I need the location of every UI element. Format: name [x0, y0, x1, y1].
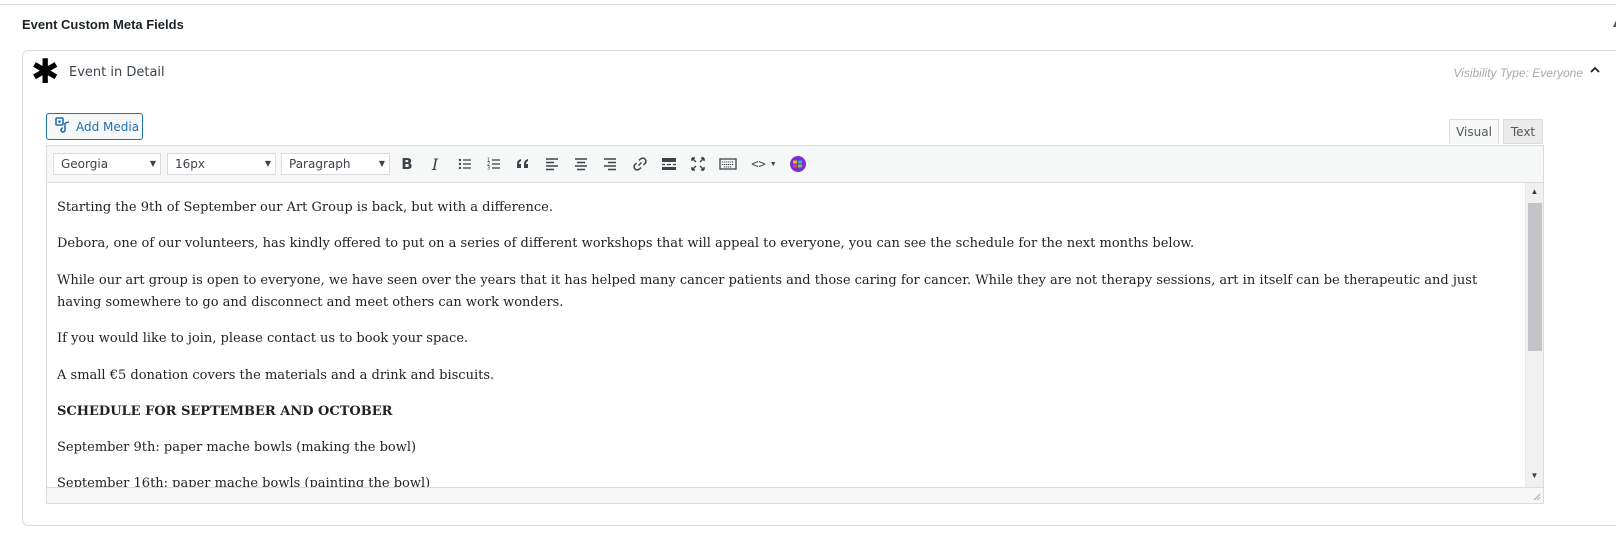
add-media-button[interactable]: Add Media [46, 113, 143, 140]
bullet-list-button[interactable] [454, 153, 476, 175]
color-palette-icon [790, 156, 806, 172]
font-family-value: Georgia [61, 157, 109, 171]
font-size-value: 16px [175, 157, 205, 171]
tab-visual[interactable]: Visual [1449, 119, 1499, 144]
editor-scrollbar[interactable]: ▲ ▼ [1525, 183, 1543, 487]
editor-statusbar [47, 487, 1543, 503]
resize-handle-icon[interactable] [1533, 493, 1541, 501]
content-paragraph: Starting the 9th of September our Art Gr… [57, 200, 553, 215]
code-dropdown-button[interactable]: <> ▼ [747, 153, 781, 175]
read-more-button[interactable] [658, 153, 680, 175]
chevron-up-icon[interactable] [1588, 63, 1602, 77]
scrollbar-thumb[interactable] [1528, 203, 1542, 351]
bold-button[interactable]: B [396, 153, 418, 175]
editor-toolbar: Georgia ▼ 16px ▼ Paragraph ▼ B I 1 2 3 <… [47, 146, 1543, 183]
fullscreen-icon [691, 157, 705, 171]
section-toggle-icon[interactable]: ▲ [1610, 14, 1616, 30]
format-value: Paragraph [289, 157, 351, 171]
dropdown-arrow-icon: ▼ [149, 159, 156, 168]
content-paragraph: If you would like to join, please contac… [57, 331, 469, 346]
content-paragraph: September 9th: paper mache bowls (making… [57, 440, 417, 455]
toolbar-toggle-button[interactable] [717, 153, 739, 175]
visibility-type-label: Visibility Type: Everyone [1453, 66, 1583, 80]
bold-icon: B [401, 155, 413, 173]
top-divider [0, 4, 1616, 5]
insert-link-button[interactable] [629, 153, 651, 175]
dropdown-arrow-icon: ▼ [378, 159, 385, 168]
section-title: Event Custom Meta Fields [22, 17, 184, 32]
align-right-icon [604, 158, 616, 171]
bullet-list-icon [458, 158, 471, 170]
svg-text:3: 3 [487, 166, 490, 172]
dropdown-arrow-icon: ▼ [769, 160, 777, 168]
content-paragraph: A small €5 donation covers the materials… [57, 368, 495, 383]
link-icon [633, 157, 647, 171]
quote-icon [517, 159, 528, 168]
align-center-icon [575, 158, 587, 171]
required-asterisk-icon: ✱ [31, 52, 60, 92]
keyboard-icon [719, 158, 737, 170]
numbered-list-button[interactable]: 1 2 3 [483, 153, 505, 175]
numbered-list-icon: 1 2 3 [487, 158, 500, 172]
content-paragraph: Debora, one of our volunteers, has kindl… [57, 236, 1195, 251]
scroll-up-arrow-icon[interactable]: ▲ [1526, 185, 1543, 199]
rich-text-editor: Georgia ▼ 16px ▼ Paragraph ▼ B I 1 2 3 <… [46, 145, 1544, 504]
add-media-label: Add Media [76, 119, 140, 134]
format-select[interactable]: Paragraph ▼ [281, 153, 390, 175]
italic-button[interactable]: I [424, 153, 446, 175]
font-size-select[interactable]: 16px ▼ [167, 153, 276, 175]
content-paragraph: September 16th: paper mache bowls (paint… [57, 476, 431, 487]
code-icon: <> [751, 157, 766, 171]
tab-text[interactable]: Text [1503, 119, 1543, 144]
content-paragraph: While our art group is open to everyone,… [57, 273, 1478, 310]
blockquote-button[interactable] [512, 153, 534, 175]
read-more-icon [662, 158, 676, 170]
fullscreen-button[interactable] [687, 153, 709, 175]
editor-content[interactable]: Starting the 9th of September our Art Gr… [47, 183, 1525, 487]
align-right-button[interactable] [599, 153, 621, 175]
align-left-icon [546, 158, 558, 171]
align-left-button[interactable] [541, 153, 563, 175]
font-family-select[interactable]: Georgia ▼ [53, 153, 161, 175]
schedule-heading: SCHEDULE FOR SEPTEMBER AND OCTOBER [57, 404, 393, 419]
dropdown-arrow-icon: ▼ [264, 159, 271, 168]
align-center-button[interactable] [570, 153, 592, 175]
italic-icon: I [431, 154, 439, 174]
color-palette-button[interactable] [787, 153, 809, 175]
meta-field-card: ✱ Event in Detail Visibility Type: Every… [22, 50, 1616, 526]
scroll-down-arrow-icon[interactable]: ▼ [1526, 469, 1543, 483]
card-title: Event in Detail [69, 65, 165, 80]
media-icon [55, 117, 71, 136]
